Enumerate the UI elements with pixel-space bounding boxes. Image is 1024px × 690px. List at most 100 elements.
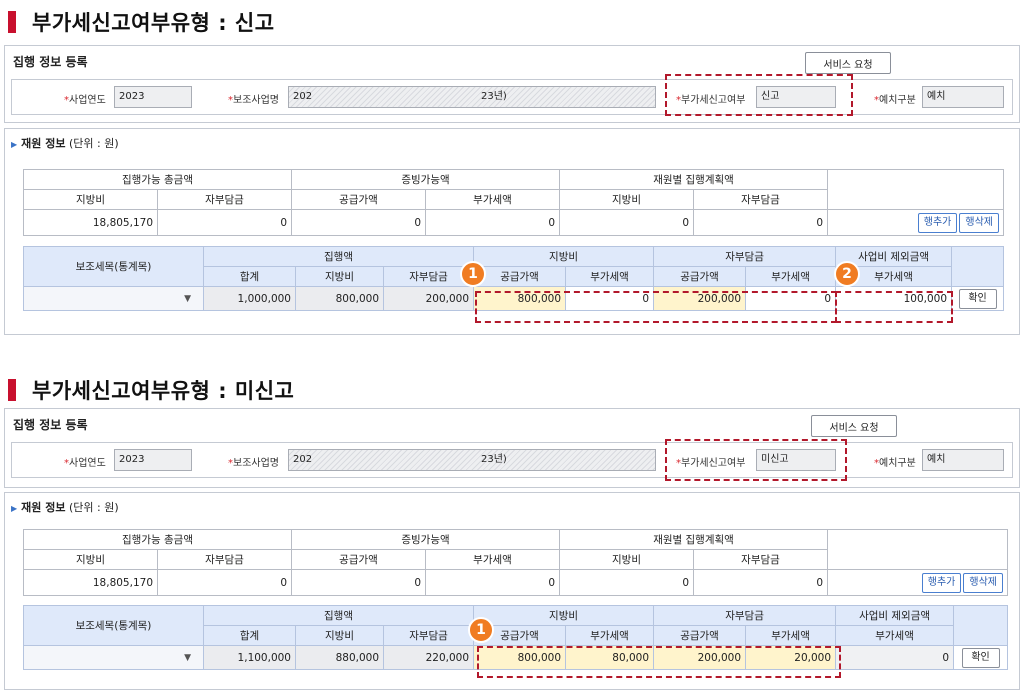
- col-header: 자부담금: [693, 549, 828, 570]
- group-header-plan: 재원별 집행계획액: [559, 169, 828, 190]
- summary-cell: 0: [291, 569, 426, 596]
- fund-summary-table: 집행가능 총금액 증빙가능액 재원별 집행계획액 지방비 자부담금 공급가액 부…: [23, 529, 1008, 596]
- headline-text: 부가세신고여부유형 : 신고: [32, 11, 275, 35]
- add-row-button[interactable]: 행추가: [917, 212, 958, 233]
- fund-info-title: ▶ 재원 정보 (단위 : 원): [11, 137, 119, 150]
- confirm-cell: 확인: [953, 645, 1009, 670]
- confirm-button[interactable]: 확인: [961, 647, 1000, 668]
- execution-registration-panel: 집행 정보 등록 서비스 요청 *사업연도 2023 *보조사업명 202 23…: [4, 45, 1020, 123]
- fund-info-panel: ▶ 재원 정보 (단위 : 원) 집행가능 총금액 증빙가능액 재원별 집행계획액…: [4, 128, 1020, 335]
- sub-header: 부가세액: [835, 625, 955, 646]
- sub-header: 공급가액: [653, 625, 747, 646]
- deposit-type-field[interactable]: 예치: [922, 86, 1004, 108]
- row-action-cell: 행추가 행삭제: [827, 569, 1008, 596]
- self-fund-header: 자부담금: [653, 246, 837, 267]
- deposit-type-field[interactable]: 예치: [922, 449, 1004, 471]
- panel-title: 집행 정보 등록: [13, 55, 88, 69]
- excluded-amount-header: 사업비 제외금액: [835, 605, 955, 626]
- project-name-field[interactable]: 202 23년): [288, 449, 656, 471]
- col-header: 자부담금: [693, 189, 828, 210]
- exec-amount-header: 집행액: [202, 605, 475, 626]
- group-header-available: 집행가능 총금액: [23, 169, 292, 190]
- service-request-button[interactable]: 서비스 요청: [811, 415, 897, 437]
- col-header: 자부담금: [157, 549, 292, 570]
- exec-amount-header: 집행액: [202, 246, 475, 267]
- exec-local-cell: 880,000: [295, 645, 384, 670]
- col-header: 지방비: [559, 189, 694, 210]
- exec-self-cell: 200,000: [382, 286, 475, 311]
- fund-summary-table: 집행가능 총금액 증빙가능액 재원별 집행계획액 지방비 자부담금 공급가액 부…: [23, 169, 1004, 236]
- col-header: 자부담금: [157, 189, 292, 210]
- row-action-cell: 행추가 행삭제: [827, 209, 1004, 236]
- year-label: *사업연도: [64, 458, 106, 469]
- group-header-evidence: 증빙가능액: [291, 169, 560, 190]
- col-header: 지방비: [23, 549, 158, 570]
- year-label: *사업연도: [64, 95, 106, 106]
- subitem-select[interactable]: ▼: [23, 645, 204, 670]
- empty-header: [951, 246, 1005, 287]
- subitem-header: 보조세목(통계목): [23, 605, 204, 646]
- fund-info-title: ▶ 재원 정보 (단위 : 원): [11, 501, 119, 514]
- year-field[interactable]: 2023: [114, 86, 192, 108]
- section-vat-reported: 부가세신고여부유형 : 신고 집행 정보 등록 서비스 요청 *사업연도 202…: [0, 0, 1024, 335]
- empty-header: [827, 529, 1008, 570]
- delete-row-button[interactable]: 행삭제: [959, 212, 999, 233]
- project-name-label: *보조사업명: [228, 458, 279, 469]
- section-vat-not-reported: 부가세신고여부유형 : 미신고 집행 정보 등록 서비스 요청 *사업연도 20…: [0, 368, 1024, 690]
- group-header-plan: 재원별 집행계획액: [559, 529, 828, 550]
- summary-cell: 0: [559, 209, 694, 236]
- local-self-highlight-box: [477, 646, 841, 678]
- summary-cell: 0: [693, 209, 828, 236]
- deposit-type-label: *예치구분: [874, 95, 916, 106]
- panel-title: 집행 정보 등록: [13, 418, 88, 432]
- confirm-button[interactable]: 확인: [958, 288, 997, 309]
- project-name-label: *보조사업명: [228, 95, 279, 106]
- callout-badge-1: 1: [468, 617, 494, 643]
- vat-highlight-box: [665, 439, 847, 481]
- exec-local-cell: 800,000: [295, 286, 384, 311]
- subitem-select[interactable]: ▼: [23, 286, 204, 311]
- service-request-button[interactable]: 서비스 요청: [805, 52, 891, 74]
- dropdown-arrow-icon: ▼: [184, 293, 191, 304]
- sub-header: 부가세액: [745, 625, 837, 646]
- local-fund-header: 지방비: [473, 605, 655, 626]
- callout-badge-1: 1: [460, 261, 486, 287]
- col-header: 부가세액: [425, 189, 560, 210]
- confirm-cell: 확인: [951, 286, 1005, 311]
- sub-header: 자부담금: [382, 625, 475, 646]
- dropdown-arrow-icon: ▼: [184, 652, 191, 663]
- summary-cell: 0: [425, 569, 560, 596]
- subitem-header: 보조세목(통계목): [23, 246, 204, 287]
- sub-header: 부가세액: [565, 266, 655, 287]
- local-self-highlight-box: [475, 291, 837, 323]
- add-row-button[interactable]: 행추가: [921, 572, 962, 593]
- headline-bar: [8, 11, 16, 33]
- project-name-field[interactable]: 202 23년): [288, 86, 656, 108]
- sub-header: 지방비: [295, 266, 384, 287]
- col-header: 지방비: [23, 189, 158, 210]
- summary-cell: 0: [693, 569, 828, 596]
- triangle-icon: ▶: [11, 140, 18, 149]
- excluded-highlight-box: [835, 291, 953, 323]
- sub-header: 공급가액: [653, 266, 747, 287]
- year-field[interactable]: 2023: [114, 449, 192, 471]
- sub-header: 합계: [203, 625, 296, 646]
- summary-cell: 0: [157, 209, 292, 236]
- exec-self-cell: 220,000: [382, 645, 475, 670]
- excluded-vat-input[interactable]: 0: [835, 645, 955, 670]
- col-header: 공급가액: [291, 189, 426, 210]
- summary-cell: 0: [425, 209, 560, 236]
- self-fund-header: 자부담금: [653, 605, 837, 626]
- col-header: 부가세액: [425, 549, 560, 570]
- registration-fields-row: *사업연도 2023 *보조사업명 202 23년) *부가세신고여부 신고 *…: [11, 79, 1013, 115]
- callout-badge-2: 2: [834, 261, 860, 287]
- sub-header: 부가세액: [565, 625, 655, 646]
- col-header: 공급가액: [291, 549, 426, 570]
- triangle-icon: ▶: [11, 504, 18, 513]
- vat-highlight-box: [665, 74, 853, 116]
- execution-registration-panel: 집행 정보 등록 서비스 요청 *사업연도 2023 *보조사업명 202 23…: [4, 408, 1020, 488]
- local-fund-header: 지방비: [473, 246, 655, 267]
- group-header-available: 집행가능 총금액: [23, 529, 292, 550]
- delete-row-button[interactable]: 행삭제: [963, 572, 1003, 593]
- registration-fields-row: *사업연도 2023 *보조사업명 202 23년) *부가세신고여부 미신고 …: [11, 442, 1013, 478]
